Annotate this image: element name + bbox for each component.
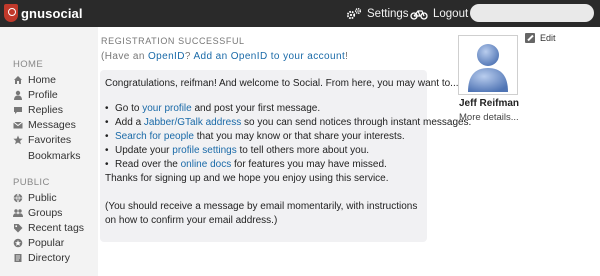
sidebar-item-recent-tags[interactable]: Recent tags: [13, 221, 84, 235]
search-people-link[interactable]: Search for people: [115, 131, 194, 142]
sidebar-item-label: Favorites: [28, 134, 72, 146]
sidebar-item-label: Public: [28, 192, 57, 204]
list-item: Search for people that you may know or t…: [105, 130, 422, 144]
user-icon: [13, 90, 23, 100]
bicycle-icon: [410, 9, 428, 20]
envelope-icon: [13, 120, 23, 130]
search-input[interactable]: [470, 4, 594, 22]
sidebar-item-favorites[interactable]: Favorites: [13, 133, 71, 147]
tag-icon: [13, 223, 23, 233]
add-openid-link[interactable]: Add an OpenID to your account: [193, 51, 345, 62]
globe-icon: [13, 193, 23, 203]
edit-label: Edit: [540, 33, 556, 43]
sidebar-home-title: HOME: [13, 59, 44, 70]
list-item: Go to your profile and post your first m…: [105, 102, 422, 116]
online-docs-link[interactable]: online docs: [181, 159, 232, 170]
list-item: Update your profile settings to tell oth…: [105, 144, 422, 158]
more-details-link[interactable]: More details...: [459, 112, 519, 123]
welcome-text: Congratulations, reifman! And welcome to…: [105, 78, 459, 89]
sidebar-item-directory[interactable]: Directory: [13, 251, 70, 265]
sidebar-item-public[interactable]: Public: [13, 191, 57, 205]
sidebar-item-label: Home: [28, 74, 57, 86]
site-logo[interactable]: gnusocial: [4, 4, 83, 22]
openid-link[interactable]: OpenID: [148, 51, 185, 62]
suggestion-list: Go to your profile and post your first m…: [105, 102, 471, 172]
logout-link[interactable]: Logout: [410, 0, 468, 27]
star-icon: [13, 135, 23, 145]
edit-profile-button[interactable]: Edit: [525, 33, 556, 43]
openid-prefix: (Have an: [101, 51, 148, 62]
sidebar-item-label: Popular: [28, 237, 65, 249]
sidebar: HOME Home Profile Replies Messages Favor…: [0, 27, 98, 276]
gears-icon: [346, 7, 362, 19]
sidebar-item-label: Bookmarks: [28, 150, 81, 162]
house-icon: [13, 75, 23, 85]
thanks-text: Thanks for signing up and we hope you en…: [105, 173, 389, 184]
profile-name[interactable]: Jeff Reifman: [459, 98, 519, 109]
sidebar-item-label: Groups: [28, 207, 63, 219]
directory-icon: [13, 253, 23, 263]
profile-settings-link[interactable]: profile settings: [172, 145, 236, 156]
sidebar-item-label: Messages: [28, 119, 76, 131]
your-profile-link[interactable]: your profile: [142, 103, 191, 114]
sidebar-item-label: Recent tags: [28, 222, 85, 234]
sidebar-item-groups[interactable]: Groups: [13, 206, 62, 220]
openid-prompt: (Have an OpenID? Add an OpenID to your a…: [101, 51, 348, 62]
top-navigation-bar: gnusocial Settings Logout: [0, 0, 600, 27]
sidebar-item-messages[interactable]: Messages: [13, 118, 76, 132]
sidebar-item-bookmarks[interactable]: Bookmarks: [28, 149, 81, 163]
pencil-icon: [525, 33, 535, 43]
email-note: (You should receive a message by email m…: [105, 201, 418, 226]
logo-text: gnusocial: [21, 5, 83, 21]
jabber-address-link[interactable]: Jabber/GTalk address: [144, 117, 241, 128]
group-icon: [13, 208, 23, 218]
default-avatar-icon: [468, 44, 508, 92]
sidebar-item-label: Profile: [28, 89, 58, 101]
sidebar-item-popular[interactable]: Popular: [13, 236, 64, 250]
list-item: Read over the online docs for features y…: [105, 158, 422, 172]
logo-icon: [4, 4, 18, 22]
sidebar-item-home[interactable]: Home: [13, 73, 56, 87]
avatar[interactable]: [458, 35, 518, 95]
sidebar-item-label: Directory: [28, 252, 71, 264]
settings-link[interactable]: Settings: [346, 0, 409, 27]
registration-title: REGISTRATION SUCCESSFUL: [101, 36, 245, 46]
sidebar-public-title: PUBLIC: [13, 177, 50, 188]
popular-icon: [13, 238, 23, 248]
settings-label: Settings: [367, 7, 409, 20]
list-item: Add a Jabber/GTalk address so you can se…: [105, 116, 471, 130]
openid-suffix: !: [345, 51, 349, 62]
welcome-panel: Congratulations, reifman! And welcome to…: [100, 70, 471, 242]
sidebar-item-replies[interactable]: Replies: [13, 103, 63, 117]
logout-label: Logout: [433, 7, 469, 20]
reply-icon: [13, 105, 23, 115]
sidebar-item-label: Replies: [28, 104, 64, 116]
sidebar-item-profile[interactable]: Profile: [13, 88, 58, 102]
